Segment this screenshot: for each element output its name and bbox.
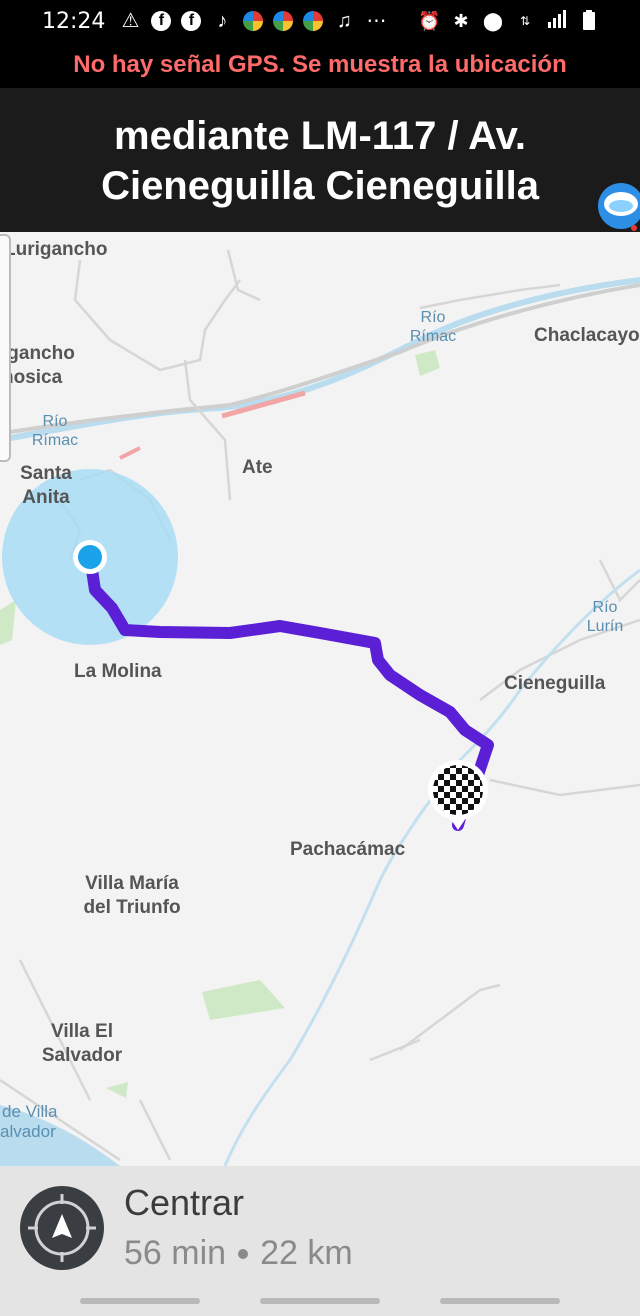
more-icon: ⋯	[366, 10, 387, 32]
river-label: Río	[592, 599, 618, 616]
place-label: Salvador	[41, 1045, 123, 1066]
place-label: igancho	[2, 343, 75, 364]
bluetooth-icon: ✱	[453, 11, 469, 31]
river-label: Rímac	[31, 432, 79, 449]
map-view[interactable]: Lurigancho igancho hosica Río Rímac Sant…	[0, 232, 640, 1166]
notification-icons: ⚠ f f ♪ ♫ ⋯	[119, 10, 387, 32]
eta-distance: 22 km	[260, 1234, 353, 1272]
facebook-icon: f	[181, 11, 202, 31]
river-lurin	[223, 568, 640, 1166]
nav-handle	[440, 1298, 560, 1304]
facebook-icon: f	[151, 11, 172, 31]
river-label: Rímac	[409, 328, 457, 345]
place-label: Cieneguilla	[504, 673, 606, 694]
place-label: Villa El	[51, 1021, 113, 1042]
warning-icon: ⚠	[121, 10, 140, 32]
place-label: hosica	[2, 367, 63, 388]
data-icon: ⇅	[519, 14, 531, 28]
place-label: Villa María	[85, 873, 179, 894]
place-label: del Triunfo	[83, 897, 181, 918]
location-icon: ⬤	[482, 11, 504, 31]
gps-warning-banner: No hay señal GPS. Se muestra la ubicació…	[0, 42, 640, 88]
eta-info: 56 min 22 km	[124, 1234, 353, 1273]
park-area	[202, 980, 285, 1020]
alarm-icon: ⏰	[418, 11, 441, 31]
app-icon	[273, 11, 294, 31]
traffic-segment	[119, 446, 141, 460]
nav-handle	[260, 1298, 380, 1304]
place-label: Santa	[20, 463, 72, 484]
tiktok-icon: ♪	[217, 10, 228, 32]
park-area	[415, 350, 440, 376]
route-header-line2: Cieneguilla Cieneguilla	[101, 164, 539, 208]
river-label: Río	[42, 413, 68, 430]
route-header-line1: mediante LM-117 / Av.	[114, 114, 526, 158]
road-central	[9, 283, 640, 434]
recenter-button[interactable]	[20, 1186, 104, 1270]
place-label: Ate	[242, 457, 273, 478]
system-icons: ⏰ ✱ ⬤ ⇅	[418, 10, 600, 32]
status-time: 12:24	[42, 8, 106, 34]
place-label: Anita	[22, 487, 70, 508]
place-label: Lurigancho	[4, 239, 108, 260]
water-label: alvador	[0, 1122, 56, 1141]
destination-flag-icon	[428, 760, 488, 830]
signal-icon	[546, 10, 568, 32]
separator-dot	[238, 1248, 249, 1259]
recenter-label[interactable]: Centrar	[124, 1182, 244, 1224]
river-label: Río	[420, 309, 446, 326]
status-bar: 12:24 ⚠ f f ♪ ♫ ⋯ ⏰ ✱ ⬤ ⇅	[0, 0, 640, 42]
route-header[interactable]: mediante LM-117 / Av. Cieneguilla Cieneg…	[0, 88, 640, 232]
app-icon	[303, 11, 324, 31]
edge-panel-handle[interactable]	[0, 234, 11, 462]
nav-handle	[80, 1298, 200, 1304]
river-label: Lurín	[586, 618, 624, 635]
place-label: Chaclacayo	[534, 325, 640, 346]
waze-mascot-icon[interactable]	[594, 180, 640, 234]
eta-duration: 56 min	[124, 1234, 227, 1272]
water-label: de Villa	[2, 1102, 58, 1121]
park-area	[106, 1082, 128, 1098]
place-label: Pachacámac	[290, 839, 406, 860]
app-icon	[243, 11, 264, 31]
park-area	[0, 600, 16, 645]
place-label: La Molina	[74, 661, 162, 682]
battery-icon	[578, 10, 600, 32]
bottom-panel: Centrar 56 min 22 km	[0, 1166, 640, 1316]
compass-icon	[28, 1194, 96, 1262]
music-icon: ♫	[336, 10, 352, 32]
